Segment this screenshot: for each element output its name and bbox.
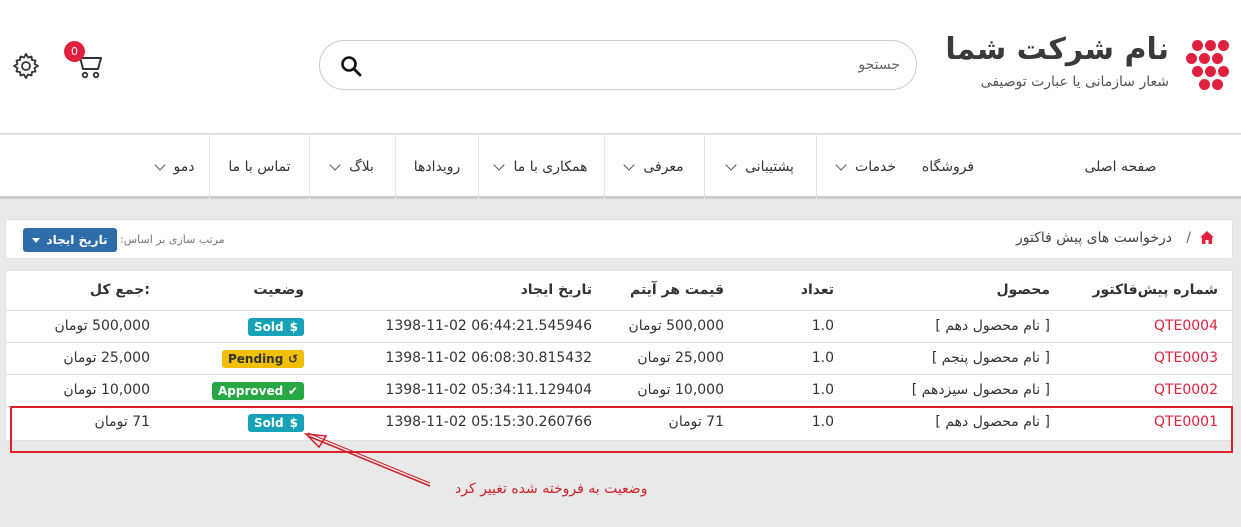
product-cell: [ نام محصول دهم ]	[935, 318, 1050, 334]
qty-cell: 1.0	[811, 318, 834, 334]
unit-price-cell: 10,000 تومان	[637, 382, 724, 398]
logo-title: نام شرکت شما	[945, 32, 1169, 67]
nav-item-blog[interactable]: بلاگ	[309, 135, 395, 199]
gear-icon[interactable]	[12, 52, 40, 80]
nav-item-events[interactable]: رویدادها	[395, 135, 478, 199]
search-icon[interactable]	[340, 55, 362, 77]
nav-item-home[interactable]: صفحه اصلی	[1000, 135, 1241, 199]
header-product: محصول	[996, 282, 1050, 298]
status-label: Sold	[254, 320, 284, 334]
chevron-down-icon	[725, 158, 737, 171]
annotation-note: وضعیت به فروخته شده تغییر کرد	[455, 481, 648, 497]
cart-button[interactable]: 0	[64, 41, 104, 80]
created-cell: 1398-11-02 06:44:21.545946	[385, 318, 592, 334]
nav-item-label: بلاگ	[349, 159, 374, 175]
nav-item-label: رویدادها	[413, 159, 461, 175]
header-status: وضعیت	[253, 282, 304, 298]
cart-count-badge: 0	[64, 41, 85, 62]
total-cell: 25,000 تومان	[63, 350, 150, 366]
header-total: جمع کل:	[89, 282, 150, 298]
logo-mark-icon	[1179, 40, 1229, 90]
breadcrumb-separator: /	[1186, 230, 1191, 246]
sort-value: تاریخ ایجاد	[46, 233, 108, 247]
logo-subtitle: شعار سازمانی یا عبارت توصیفی	[980, 74, 1169, 90]
nav-item-label: پشتیبانی	[745, 159, 794, 175]
status-badge: Pending ↺	[222, 350, 304, 368]
quote-number-link[interactable]: QTE0002	[1154, 382, 1218, 398]
breadcrumb: / درخواست های پیش فاکتور مرتب سازی بر اس…	[5, 219, 1233, 259]
product-cell: [ نام محصول پنجم ]	[931, 350, 1050, 366]
header-unit-price: قیمت هر آیتم	[629, 282, 724, 298]
quote-number-link[interactable]: QTE0004	[1154, 318, 1218, 334]
status-label: Pending	[228, 352, 284, 366]
nav-item-support[interactable]: پشتیبانی	[704, 135, 816, 199]
header-created: تاریخ ایجاد	[520, 282, 592, 298]
annotation-arrow-icon	[303, 432, 431, 487]
breadcrumb-current: درخواست های پیش فاکتور	[1015, 230, 1172, 246]
chevron-down-icon	[493, 158, 506, 171]
caret-down-icon	[32, 237, 41, 243]
created-cell: 1398-11-02 05:34:11.129404	[385, 382, 592, 398]
sort-dropdown-button[interactable]: تاریخ ایجاد	[23, 228, 117, 252]
quote-number-link[interactable]: QTE0003	[1154, 350, 1218, 366]
status-badge: Sold $	[248, 318, 304, 336]
status-badge: Approved ✔	[212, 382, 304, 400]
nav-item-label: فروشگاه	[921, 159, 975, 175]
qty-cell: 1.0	[811, 350, 834, 366]
main-nav: صفحه اصلی فروشگاه خدمات پشتیبانی معرفی ه…	[0, 135, 1241, 199]
check-icon: ✔	[287, 384, 298, 398]
total-cell: 10,000 تومان	[63, 382, 150, 398]
unit-price-cell: 500,000 تومان	[628, 318, 724, 334]
created-cell: 1398-11-02 06:08:30.815432	[385, 350, 592, 366]
nav-item-label: صفحه اصلی	[1084, 159, 1157, 175]
nav-item-about[interactable]: معرفی	[604, 135, 704, 199]
sort-label: مرتب سازی بر اساس:	[120, 233, 225, 246]
nav-item-demo[interactable]: دمو	[141, 135, 209, 199]
header-qty: تعداد	[800, 282, 834, 298]
history-icon: ↺	[287, 352, 298, 366]
highlight-box	[10, 406, 1233, 453]
nav-item-label: معرفی	[643, 159, 684, 175]
nav-item-label: تماس با ما	[228, 159, 291, 175]
status-label: Approved	[218, 384, 284, 398]
nav-item-label: دمو	[173, 159, 195, 175]
header-number: شماره پیش‌فاکتور	[1092, 282, 1219, 298]
home-icon[interactable]	[1200, 231, 1214, 244]
company-logo[interactable]: نام شرکت شما شعار سازمانی یا عبارت توصیف…	[945, 30, 1229, 100]
chevron-down-icon	[153, 158, 166, 171]
chevron-down-icon	[835, 158, 847, 171]
chevron-down-icon	[329, 158, 341, 171]
nav-item-contact[interactable]: تماس با ما	[209, 135, 309, 199]
chevron-down-icon	[623, 158, 635, 171]
search-input[interactable]	[380, 49, 900, 81]
total-cell: 500,000 تومان	[54, 318, 150, 334]
qty-cell: 1.0	[811, 382, 834, 398]
nav-item-label: همکاری با ما	[513, 159, 588, 175]
site-header: نام شرکت شما شعار سازمانی یا عبارت توصیف…	[0, 0, 1241, 134]
search-box	[319, 40, 917, 90]
nav-item-label: خدمات	[855, 159, 896, 175]
unit-price-cell: 25,000 تومان	[637, 350, 724, 366]
product-cell: [ نام محصول سیزدهم ]	[911, 382, 1050, 398]
dollar-icon: $	[289, 320, 298, 334]
nav-item-services[interactable]: خدمات	[816, 135, 916, 199]
nav-item-cooperation[interactable]: همکاری با ما	[478, 135, 604, 199]
